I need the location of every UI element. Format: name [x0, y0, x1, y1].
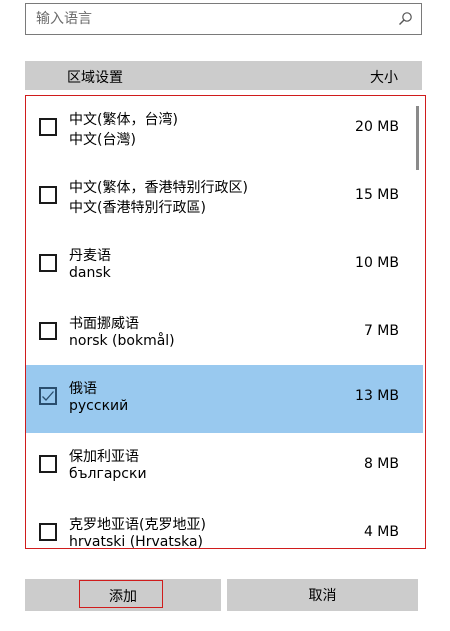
language-size: 8 MB	[363, 456, 399, 472]
language-row[interactable]: 克罗地亚语(克罗地亚) hrvatski (Hrvatska) 4 MB	[26, 501, 423, 549]
language-checkbox[interactable]	[39, 523, 57, 541]
language-native-name: български	[69, 466, 147, 482]
language-native-name: dansk	[69, 265, 111, 281]
language-list-header: 区域设置 大小	[25, 61, 422, 90]
language-native-name: hrvatski (Hrvatska)	[69, 534, 204, 549]
language-native-name: 中文(台灣)	[69, 132, 136, 148]
language-size: 13 MB	[355, 388, 399, 404]
scrollbar-thumb[interactable]	[416, 106, 419, 170]
language-native-name: norsk (bokmål)	[69, 333, 175, 349]
language-native-name: 中文(香港特別行政區)	[69, 200, 206, 216]
language-size: 10 MB	[355, 255, 399, 271]
checkmark-icon	[42, 391, 54, 401]
language-list[interactable]: 中文(繁体，台湾) 中文(台灣) 20 MB 中文(繁体，香港特别行政区) 中文…	[25, 95, 426, 549]
language-name: 丹麦语	[69, 248, 111, 264]
language-size: 20 MB	[355, 119, 399, 135]
language-row[interactable]: 保加利亚语 български 8 MB	[26, 433, 423, 501]
language-row[interactable]: 中文(繁体，香港特别行政区) 中文(香港特別行政區) 15 MB	[26, 164, 423, 232]
language-size: 4 MB	[363, 524, 399, 540]
size-column-header[interactable]: 大小	[370, 67, 398, 87]
add-button-label: 添加	[109, 589, 137, 605]
language-size: 7 MB	[363, 323, 399, 339]
language-search-box[interactable]	[25, 3, 422, 35]
language-checkbox[interactable]	[39, 254, 57, 272]
search-icon[interactable]	[397, 11, 413, 27]
language-checkbox-checked[interactable]	[39, 387, 57, 405]
language-checkbox[interactable]	[39, 455, 57, 473]
language-row[interactable]: 丹麦语 dansk 10 MB	[26, 232, 423, 300]
language-name: 俄语	[69, 381, 97, 397]
language-search-input[interactable]	[26, 4, 396, 34]
language-name: 书面挪威语	[69, 316, 139, 332]
language-row[interactable]: 书面挪威语 norsk (bokmål) 7 MB	[26, 300, 423, 368]
language-size: 15 MB	[355, 187, 399, 203]
language-row[interactable]: 中文(繁体，台湾) 中文(台灣) 20 MB	[26, 96, 423, 164]
language-checkbox[interactable]	[39, 118, 57, 136]
region-column-header[interactable]: 区域设置	[67, 67, 123, 87]
language-checkbox[interactable]	[39, 322, 57, 340]
cancel-button[interactable]: 取消	[227, 579, 418, 611]
language-row-selected[interactable]: 俄语 русский 13 MB	[26, 365, 423, 433]
language-name: 中文(繁体，台湾)	[69, 112, 178, 128]
add-button[interactable]: 添加	[25, 579, 221, 611]
language-checkbox[interactable]	[39, 186, 57, 204]
language-native-name: русский	[69, 398, 129, 414]
language-name: 保加利亚语	[69, 449, 139, 465]
language-name: 克罗地亚语(克罗地亚)	[69, 517, 206, 533]
language-name: 中文(繁体，香港特别行政区)	[69, 180, 248, 196]
